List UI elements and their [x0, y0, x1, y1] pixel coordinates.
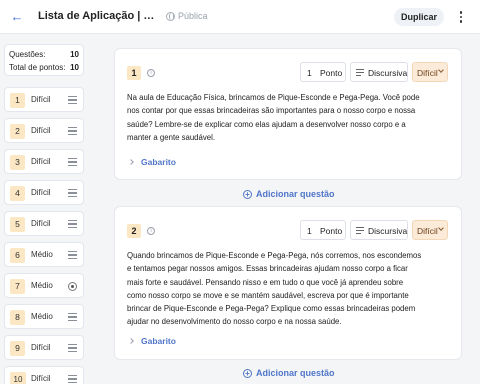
drag-handle-icon[interactable]	[68, 158, 77, 166]
question-difficulty: Difícil	[31, 157, 51, 166]
question-card: 2 i 1 Ponto Discursiva Difícil Quando br…	[114, 206, 462, 360]
difficulty-select[interactable]: Difícil	[412, 220, 448, 240]
difficulty-select[interactable]: Difícil	[412, 62, 448, 82]
visibility-status: Pública	[166, 11, 208, 21]
sidebar-question-item[interactable]: 1 Difícil	[4, 87, 84, 112]
globe-icon	[166, 11, 175, 21]
question-number-badge: 2	[127, 224, 141, 238]
sidebar-question-item[interactable]: 10 Difícil	[4, 366, 84, 384]
sidebar-question-item[interactable]: 6 Médio	[4, 242, 84, 267]
drag-handle-icon[interactable]	[68, 313, 77, 321]
difficulty-label: Difícil	[417, 226, 438, 236]
summary-panel: Questões: 10 Total de pontos: 10	[4, 44, 84, 76]
question-type-select[interactable]: Discursiva	[350, 62, 408, 82]
duplicate-button[interactable]: Duplicar	[394, 8, 444, 26]
question-number-badge: 7	[10, 279, 25, 294]
difficulty-label: Difícil	[417, 68, 438, 78]
plus-circle-icon: +	[243, 368, 252, 378]
question-difficulty: Difícil	[31, 219, 51, 228]
drag-handle-icon[interactable]	[68, 251, 77, 259]
sidebar-question-item[interactable]: 5 Difícil	[4, 211, 84, 236]
questions-count-value: 10	[70, 50, 79, 59]
sidebar-question-item[interactable]: 4 Difícil	[4, 180, 84, 205]
points-unit: Ponto	[320, 226, 343, 236]
question-difficulty: Difícil	[31, 95, 51, 104]
question-type-label: Discursiva	[368, 68, 408, 78]
question-number-badge: 2	[10, 124, 25, 139]
question-type-select[interactable]: Discursiva	[350, 220, 408, 240]
add-question-button[interactable]: + Adicionar questão	[243, 189, 335, 199]
question-type-label: Discursiva	[368, 226, 408, 236]
points-value: 1	[307, 226, 312, 236]
sidebar-question-item[interactable]: 3 Difícil	[4, 149, 84, 174]
question-difficulty: Médio	[31, 281, 53, 290]
add-question-button[interactable]: + Adicionar questão	[243, 368, 335, 378]
total-points-label: Total de pontos:	[9, 63, 66, 72]
sidebar-question-item[interactable]: 9 Difícil	[4, 335, 84, 360]
question-number-badge: 1	[10, 93, 25, 108]
question-number-badge: 1	[127, 66, 141, 80]
answer-key-toggle[interactable]: Gabarito	[128, 157, 176, 167]
page-title: Lista de Aplicação | Brincad...	[38, 10, 160, 22]
question-difficulty: Difícil	[31, 343, 51, 352]
question-number-badge: 6	[10, 248, 25, 263]
chevron-down-icon	[438, 225, 444, 231]
question-number-badge: 9	[10, 341, 25, 356]
answer-key-label: Gabarito	[141, 157, 176, 167]
chevron-down-icon	[438, 67, 444, 73]
drag-handle-icon[interactable]	[68, 344, 77, 352]
text-lines-icon	[356, 69, 364, 76]
radio-icon[interactable]	[68, 282, 77, 291]
question-text: Quando brincamos de Pique-Esconde e Pega…	[127, 251, 422, 327]
points-input[interactable]: 1 Ponto	[300, 62, 346, 82]
question-number-badge: 5	[10, 217, 25, 232]
plus-circle-icon: +	[243, 189, 252, 199]
info-icon[interactable]: i	[147, 69, 155, 77]
drag-handle-icon[interactable]	[68, 189, 77, 197]
points-input[interactable]: 1 Ponto	[300, 220, 346, 240]
points-value: 1	[307, 68, 312, 78]
more-options-icon[interactable]	[454, 8, 468, 26]
questions-count-label: Questões:	[9, 50, 46, 59]
question-number-badge: 4	[10, 186, 25, 201]
text-lines-icon	[356, 227, 364, 234]
question-difficulty: Difícil	[31, 374, 51, 383]
add-question-label: Adicionar questão	[256, 368, 335, 378]
drag-handle-icon[interactable]	[68, 96, 77, 104]
question-number-badge: 8	[10, 310, 25, 325]
question-difficulty: Médio	[31, 312, 53, 321]
visibility-label: Pública	[178, 11, 208, 21]
question-difficulty: Difícil	[31, 126, 51, 135]
drag-handle-icon[interactable]	[68, 220, 77, 228]
sidebar-question-item[interactable]: 2 Difícil	[4, 118, 84, 143]
sidebar-question-item[interactable]: 7 Médio	[4, 273, 84, 298]
answer-key-label: Gabarito	[141, 336, 176, 346]
question-card: 1 i 1 Ponto Discursiva Difícil Na aula d…	[114, 48, 462, 180]
chevron-right-icon	[128, 159, 134, 165]
question-number-badge: 3	[10, 155, 25, 170]
question-number-badge: 10	[10, 372, 26, 384]
question-text: Na aula de Educação Física, brincamos de…	[127, 93, 420, 142]
sidebar-question-item[interactable]: 8 Médio	[4, 304, 84, 329]
add-question-label: Adicionar questão	[256, 189, 335, 199]
back-arrow-icon[interactable]: ←	[8, 8, 26, 26]
answer-key-toggle[interactable]: Gabarito	[128, 336, 176, 346]
points-unit: Ponto	[320, 68, 343, 78]
total-points-value: 10	[70, 63, 79, 72]
info-icon[interactable]: i	[147, 227, 155, 235]
question-difficulty: Difícil	[31, 188, 51, 197]
drag-handle-icon[interactable]	[68, 375, 77, 383]
question-difficulty: Médio	[31, 250, 53, 259]
chevron-right-icon	[128, 338, 134, 344]
top-bar: ← Lista de Aplicação | Brincad... Públic…	[0, 0, 480, 34]
drag-handle-icon[interactable]	[68, 127, 77, 135]
